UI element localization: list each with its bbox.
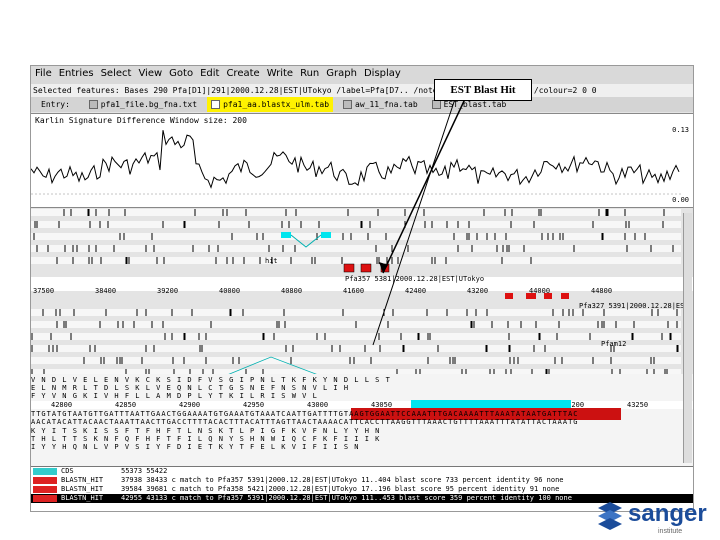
frame-row-8 — [31, 345, 681, 352]
est-hit-3 — [380, 263, 390, 273]
ruler-tick-label: 42400 — [405, 287, 427, 295]
est-hit-2 — [360, 263, 372, 273]
ruler-tick-label: 40800 — [281, 287, 303, 295]
menu-bar: File Entries Select View Goto Edit Create Write… — [31, 66, 693, 84]
feature-row[interactable]: CDS 55373 55422 — [31, 467, 693, 476]
checkbox-icon[interactable] — [211, 100, 221, 109]
feature-row[interactable]: BLASTN_HIT 42955 43133 c match to Pfa357 … — [31, 494, 693, 503]
ruler-mid-tick-label: 42800 — [51, 401, 73, 409]
logo-sub: institute — [658, 528, 683, 535]
frame-row-3 — [31, 245, 681, 252]
entry-name: pfa1_aa.blastx_ulm.tab — [223, 100, 330, 109]
menu-view[interactable]: View — [134, 66, 165, 79]
entry-label: Entry: — [41, 100, 70, 109]
ruler-tick-label: 37500 — [33, 287, 55, 295]
feature-color-swatch — [33, 495, 57, 502]
ruler-tick-label: 44800 — [591, 287, 613, 295]
entry-name: EST_blast.tab — [443, 100, 507, 109]
aa-frame-6: I Y Y H Q N L V P V S I Y F D I E T K Y … — [31, 443, 360, 451]
menu-write[interactable]: Write — [263, 66, 296, 79]
hit-label: hit — [265, 257, 278, 265]
frame-row-7 — [31, 333, 681, 340]
artemis-window: File Entries Select View Goto Edit Create Write… — [30, 65, 694, 512]
karlin-signature-plot: Karlin Signature Difference Window size:… — [31, 113, 693, 208]
plot-line — [31, 130, 680, 189]
feature-text: 37938 38433 c match to Pfa357 5391|2000.… — [121, 476, 564, 484]
ruler-tick-label: 38400 — [95, 287, 117, 295]
entry-toggle-0[interactable]: pfa1_file.bg_fna.txt — [85, 97, 201, 112]
feature-key: BLASTN_HIT — [61, 485, 104, 493]
sanger-logo: sanger institute — [596, 498, 716, 538]
aa-frame-3: F Y V N G K I V H F L L A M D P L Y T K … — [31, 392, 318, 400]
menu-goto[interactable]: Goto — [165, 66, 196, 79]
menu-display[interactable]: Display — [360, 66, 404, 79]
frame-row-9 — [31, 357, 681, 364]
feature-text: 55373 55422 — [121, 467, 168, 475]
callout-est-blast-hit: EST Blast Hit — [434, 79, 532, 101]
entry-name: pfa1_file.bg_fna.txt — [100, 100, 198, 109]
sequence-view[interactable]: V N D L V E L E N V K C K S I D F V S G … — [31, 374, 693, 466]
feature-key: CDS — [61, 467, 74, 475]
feature-key: BLASTN_HIT — [61, 494, 104, 502]
plot-graph — [31, 130, 681, 195]
menu-file[interactable]: File — [31, 66, 55, 79]
checkbox-icon[interactable] — [88, 100, 98, 109]
dna-forward: TTGTATGTAATGTTGATTTAATTGAACTGGAAAATGTGAA… — [31, 410, 579, 418]
feature-color-swatch — [33, 468, 57, 475]
ruler-tick-label: 44000 — [529, 287, 551, 295]
est-hit-7 — [561, 293, 569, 299]
feature-row[interactable]: BLASTN_HIT 39584 39681 c match to Pfa358 … — [31, 485, 693, 494]
feature-row[interactable]: BLASTN_HIT 37938 38433 c match to Pfa357 … — [31, 476, 693, 485]
feature-list[interactable]: CDS 55373 55422 BLASTN_HIT 37938 38433 c ma… — [31, 466, 693, 511]
pfam-label: Pfam12 — [601, 340, 627, 348]
entry-name: aw_11_fna.tab — [355, 100, 418, 109]
aa-frame-5: T H L T T S K N F Q F H F T F I L Q N Y … — [31, 435, 381, 443]
ruler-mid-tick-label: 42900 — [179, 401, 201, 409]
aa-frame-2: E L N M R L T D L S K L V E Q N L C T G … — [31, 384, 350, 392]
sanger-mark-icon — [598, 502, 622, 530]
est-hit-4 — [505, 293, 513, 299]
checkbox-icon[interactable] — [343, 100, 353, 109]
ruler-tick-label: 41600 — [343, 287, 365, 295]
selected-features-bar: Selected features: Bases 290 Pfa[D1]|291… — [31, 84, 693, 97]
checkbox-icon[interactable] — [431, 100, 441, 109]
frame-row-2 — [31, 233, 681, 240]
menu-select[interactable]: Select — [97, 66, 135, 79]
logo-text: sanger — [628, 500, 707, 527]
feature-color-swatch — [33, 486, 57, 493]
ruler-mid-tick-label: 43000 — [307, 401, 329, 409]
ruler-tick-label: 40000 — [219, 287, 241, 295]
entry-toggle-2[interactable]: aw_11_fna.tab — [339, 97, 422, 112]
menu-create[interactable]: Create — [222, 66, 262, 79]
ruler-tick-label: 39200 — [157, 287, 179, 295]
dna-highlight-cyan — [411, 400, 571, 408]
feature-text: 39584 39681 c match to Pfa358 5421|2000.… — [121, 485, 560, 493]
est-hit-1 — [343, 263, 355, 273]
feature-cds-1 — [281, 232, 291, 238]
menu-graph[interactable]: Graph — [322, 66, 360, 79]
aa-frame-4: K Y I T S K I S S F T F H F T L N S K T … — [31, 427, 381, 435]
entry-toggle-1[interactable]: pfa1_aa.blastx_ulm.tab — [207, 97, 334, 112]
menu-edit[interactable]: Edit — [196, 66, 222, 79]
est-label-1: Pfa357 5381|2000.12.28|EST|UTokyo — [345, 275, 485, 283]
ruler-mid-tick-label: 42850 — [115, 401, 137, 409]
menu-run[interactable]: Run — [296, 66, 322, 79]
feature-color-swatch — [33, 477, 57, 484]
entry-bar: Entry: pfa1_file.bg_fna.txt pfa1_aa.blast… — [31, 97, 693, 112]
ruler-tick-label: 43200 — [467, 287, 489, 295]
frame-row-1 — [31, 221, 681, 228]
dna-reverse: AACATACATTACAACTAAATTAACTTGACCTTTTACACTT… — [31, 418, 579, 426]
menu-entries[interactable]: Entries — [55, 66, 97, 79]
frame-row-0 — [31, 209, 681, 216]
vertical-scrollbar[interactable] — [683, 213, 692, 463]
feature-text: 42955 43133 c match to Pfa357 5391|2000.… — [121, 494, 572, 502]
ruler-mid-tick-label: 42950 — [243, 401, 265, 409]
est-label-2: Pfa327 5391|2000.12.28|EST — [579, 302, 689, 310]
aa-frame-1: V N D L V E L E N V K C K S I D F V S G … — [31, 376, 391, 384]
feature-key: BLASTN_HIT — [61, 476, 104, 484]
feature-cds-2 — [321, 232, 331, 238]
